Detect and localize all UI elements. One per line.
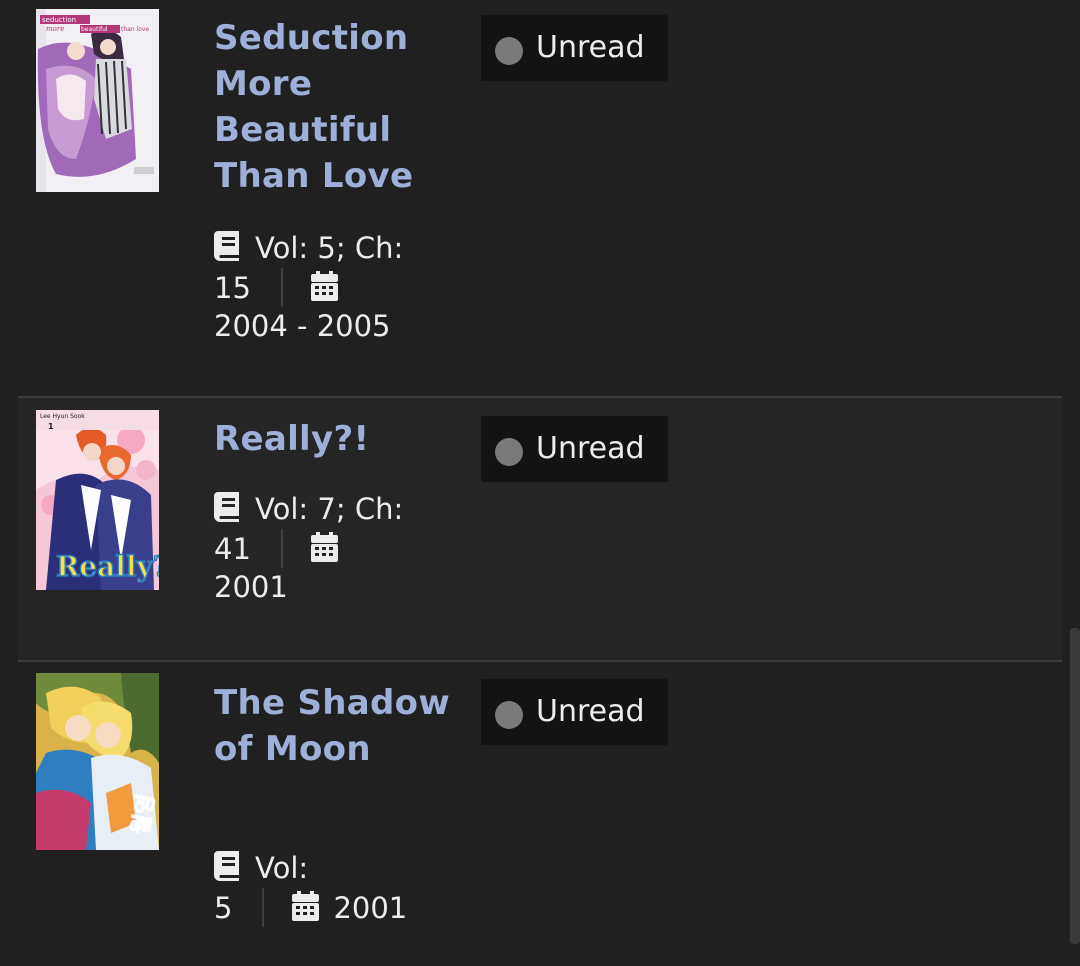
scrollbar[interactable] [1070,628,1080,944]
status-dot-icon [495,701,523,729]
svg-text:Lee Hyun Sook: Lee Hyun Sook [40,413,85,420]
status-button[interactable]: Unread [481,15,668,81]
status-dot-icon [495,438,523,466]
svg-text:seduction: seduction [42,16,76,24]
list-item: Lee Hyun Sook 1 Really?! Really?! Vol: 7… [18,396,1062,660]
publication-years: 2001 [333,891,408,925]
divider [280,268,283,307]
calendar-icon [310,271,338,311]
book-icon [214,851,241,891]
cover-image[interactable]: Lee Hyun Sook 1 Really?! [36,410,159,590]
status-label: Unread [536,431,645,466]
divider [280,529,283,568]
status-button[interactable]: Unread [481,416,668,482]
cover-image[interactable]: 월영 [36,673,159,850]
status-label: Unread [536,694,645,729]
cover-image[interactable]: seduction more beautiful than love [36,9,159,192]
svg-text:1: 1 [48,422,54,431]
chapters-count: 5 [214,891,233,925]
book-icon [214,231,241,271]
svg-text:more: more [46,25,64,33]
entry-title[interactable]: The Shadow of Moon [214,680,464,772]
divider [262,888,265,927]
volumes-chapters: Vol: 5; Ch: [255,231,404,265]
chapters-count: 15 [214,271,251,305]
svg-text:Really?!: Really?! [56,550,159,583]
book-icon [214,492,241,532]
status-label: Unread [536,30,645,65]
list-item: 월영 The Shadow of Moon Vol: 5 2001 Unread [18,660,1062,966]
calendar-icon [310,532,338,572]
entry-meta: Vol: 5 2001 [214,849,454,927]
svg-text:than love: than love [121,26,149,33]
svg-text:beautiful: beautiful [81,26,108,33]
list-item: seduction more beautiful than love Seduc… [18,0,1062,396]
publication-years: 2004 - 2005 [214,309,391,343]
calendar-icon [292,891,320,931]
status-dot-icon [495,37,523,65]
entry-title[interactable]: Really?! [214,416,464,462]
chapters-count: 41 [214,532,251,566]
publication-years: 2001 [214,570,288,604]
entry-meta: Vol: 7; Ch: 41 2001 [214,490,424,607]
manga-list: seduction more beautiful than love Seduc… [18,0,1062,966]
volumes-chapters: Vol: [255,851,309,885]
entry-title[interactable]: Seduction More Beautiful Than Love [214,15,464,199]
volumes-chapters: Vol: 7; Ch: [255,492,404,526]
entry-meta: Vol: 5; Ch: 15 2004 - 2005 [214,229,424,346]
status-button[interactable]: Unread [481,679,668,745]
